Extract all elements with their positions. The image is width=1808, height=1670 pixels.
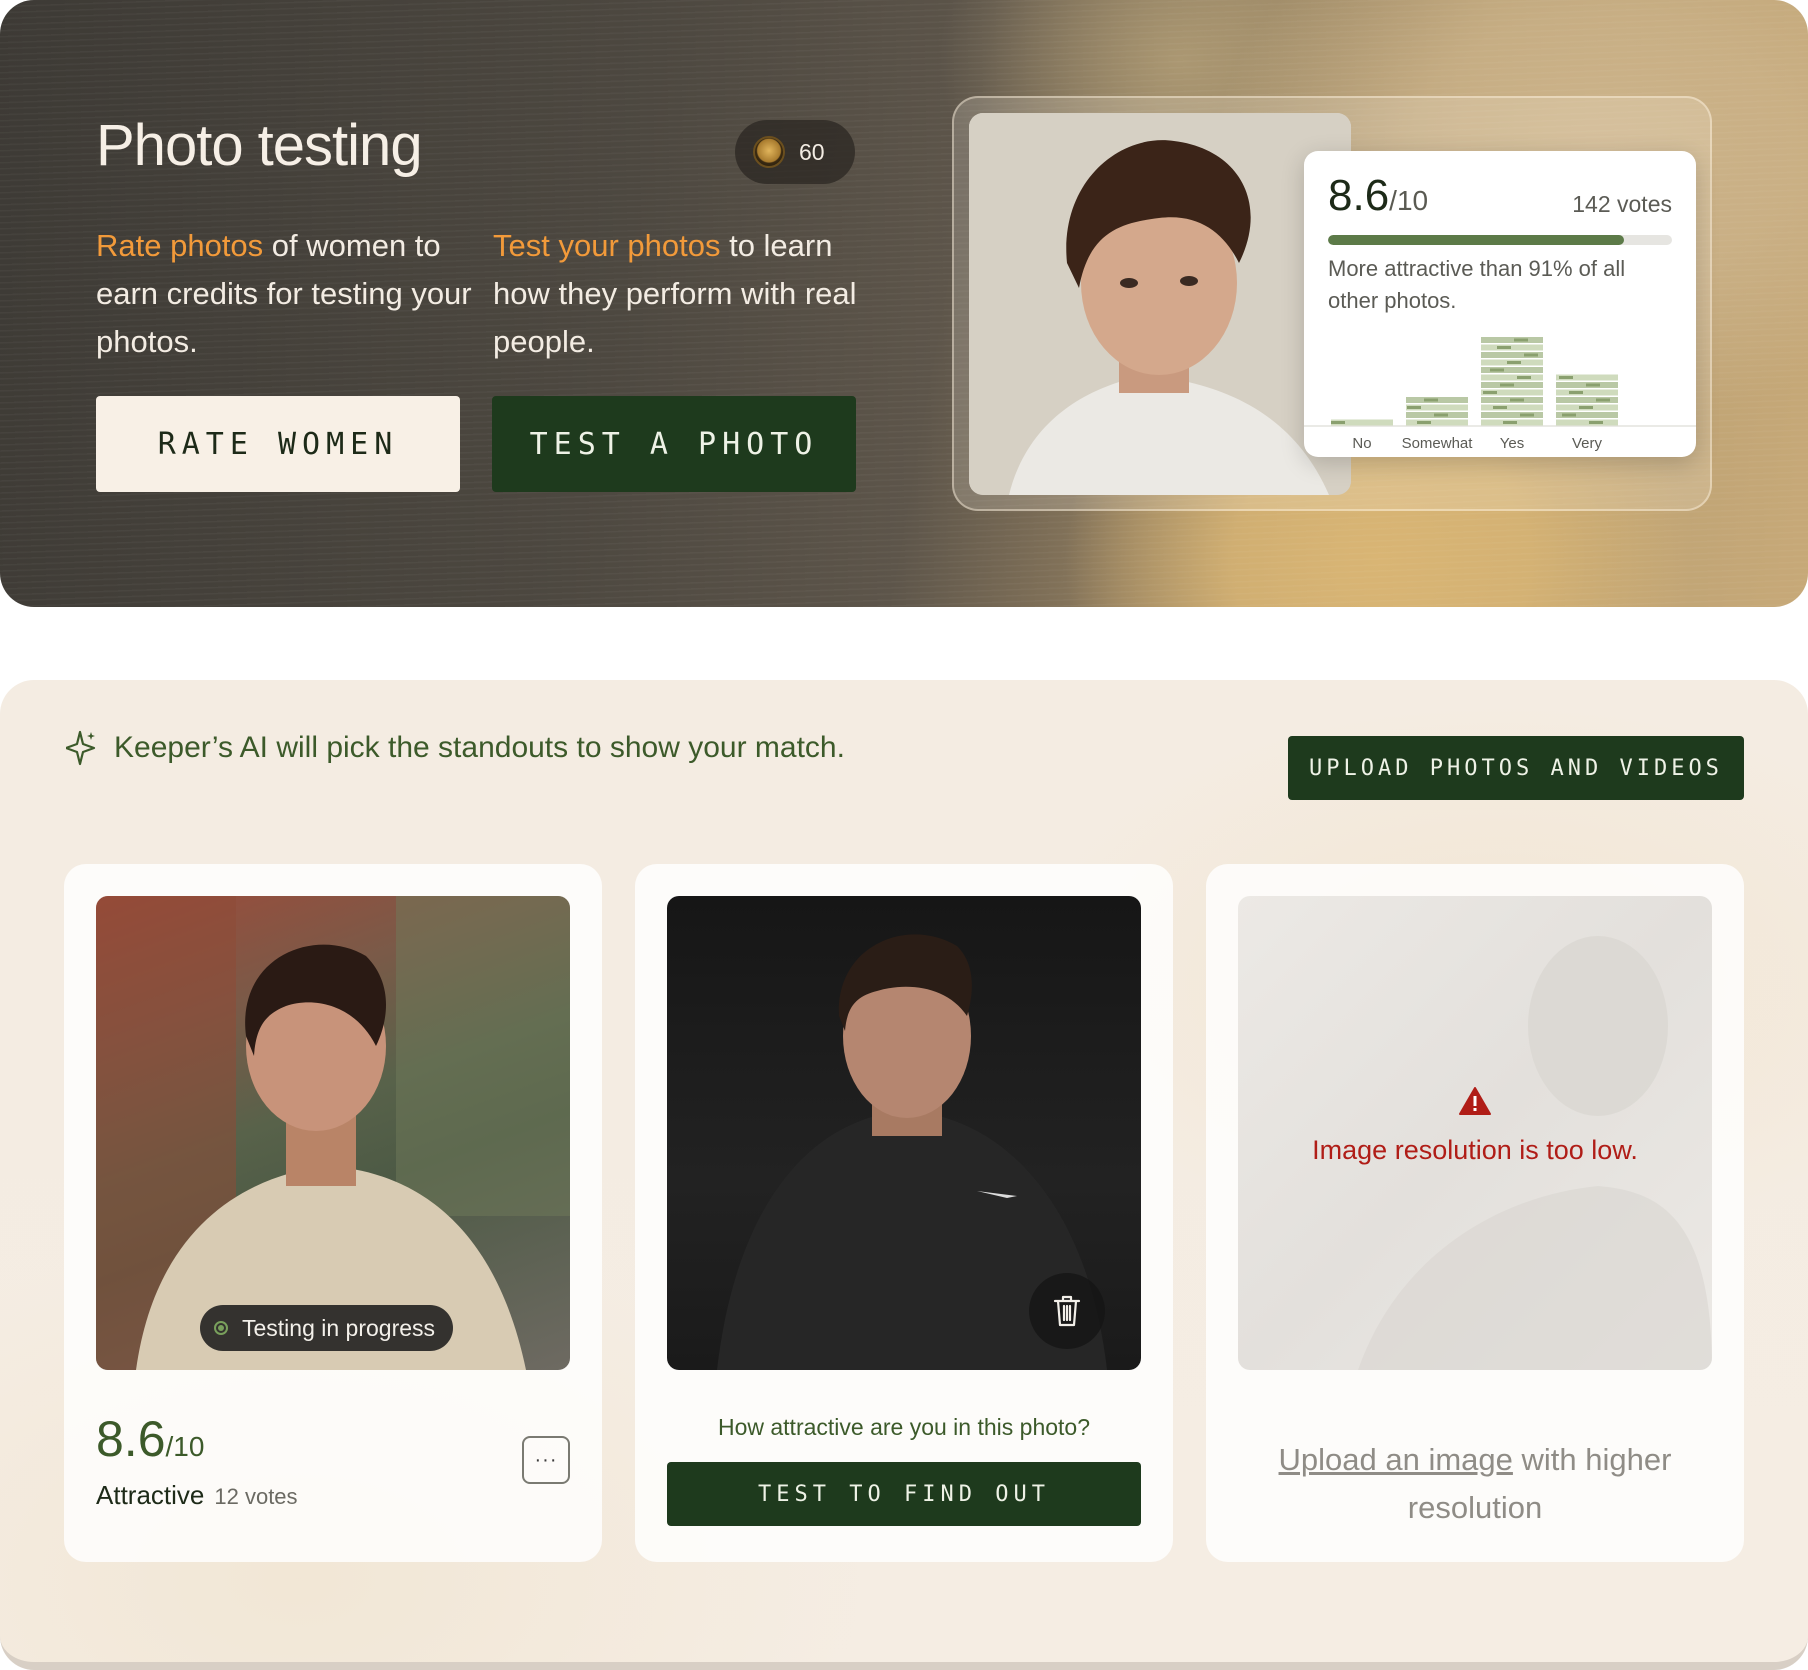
credits-badge: 60 <box>735 120 855 184</box>
sparkle-icon <box>66 730 96 766</box>
test-a-photo-button[interactable]: TEST A PHOTO <box>492 396 856 492</box>
upload-help-text: Upload an image with higher resolution <box>1254 1436 1696 1532</box>
trash-icon <box>1053 1295 1081 1327</box>
photo-gallery-section: Keeper’s AI will pick the standouts to s… <box>0 680 1808 1670</box>
ai-note: Keeper’s AI will pick the standouts to s… <box>66 730 845 766</box>
credits-count: 60 <box>799 138 825 165</box>
upload-image-link[interactable]: Upload an image <box>1279 1442 1513 1477</box>
card-rating: Attractive 12 votes <box>96 1480 298 1511</box>
photo-card-testing: Testing in progress 8.6/10 Attractive 12… <box>64 864 602 1562</box>
test-highlight: Test your photos <box>493 228 721 263</box>
photo-card-error: Image resolution is too low. Upload an i… <box>1206 864 1744 1562</box>
chart-category-label: Somewhat <box>1402 435 1474 452</box>
ai-note-text: Keeper’s AI will pick the standouts to s… <box>114 731 845 764</box>
card-score-denominator: /10 <box>165 1431 205 1462</box>
chart-bar <box>1406 397 1468 426</box>
more-options-button[interactable]: ··· <box>522 1436 570 1484</box>
chart-bar <box>1556 374 1618 426</box>
resolution-error-text: Image resolution is too low. <box>1312 1135 1638 1165</box>
test-description: Test your photos to learn how they perfo… <box>493 222 873 366</box>
chart-category-label: Very <box>1572 435 1603 452</box>
score-card: 8.6/10 142 votes More attractive than 91… <box>1304 151 1696 457</box>
chart-category-label: Yes <box>1500 435 1524 452</box>
card-score-value: 8.6 <box>96 1411 166 1467</box>
photo-card-untested: How attractive are you in this photo? TE… <box>635 864 1173 1562</box>
testing-status-badge: Testing in progress <box>200 1305 454 1351</box>
chart-bar <box>1331 419 1393 426</box>
score-progress-bar <box>1328 235 1672 245</box>
chart-bar <box>1481 337 1543 426</box>
card-score: 8.6/10 <box>96 1410 204 1468</box>
preview-portrait-photo <box>969 113 1351 495</box>
preview-score: 8.6/10 <box>1328 171 1428 221</box>
upload-photos-button[interactable]: UPLOAD PHOTOS AND VIDEOS <box>1288 736 1744 800</box>
testing-status-text: Testing in progress <box>242 1314 436 1341</box>
rating-label: Attractive <box>96 1480 205 1510</box>
hero-title: Photo testing <box>96 113 423 178</box>
photo-thumbnail[interactable]: Testing in progress <box>96 896 570 1370</box>
photo-thumbnail[interactable] <box>667 896 1141 1370</box>
test-to-find-out-button[interactable]: TEST TO FIND OUT <box>667 1462 1141 1526</box>
preview-votes: 142 votes <box>1572 191 1672 217</box>
status-dot-icon <box>214 1321 228 1335</box>
chart-category-label: No <box>1352 435 1371 452</box>
rate-description: Rate photos of women to earn credits for… <box>96 222 476 366</box>
man-in-shirt-illustration <box>96 896 570 1370</box>
score-progress-fill <box>1328 235 1624 245</box>
vote-distribution-chart: No Somewhat Yes Very <box>1304 337 1696 452</box>
warning-icon <box>1459 1087 1491 1115</box>
portrait-illustration <box>969 113 1351 495</box>
preview-score-denominator: /10 <box>1389 185 1429 216</box>
rating-votes: 12 votes <box>214 1484 298 1509</box>
rate-women-button[interactable]: RATE WOMEN <box>96 396 460 492</box>
delete-photo-button[interactable] <box>1029 1273 1105 1349</box>
coin-icon <box>753 136 785 168</box>
preview-score-value: 8.6 <box>1328 171 1390 220</box>
photo-testing-hero: Photo testing 60 Rate photos of women to… <box>0 0 1808 607</box>
attractiveness-question: How attractive are you in this photo? <box>717 1414 1091 1440</box>
resolution-error: Image resolution is too low. <box>1238 1086 1712 1166</box>
rate-highlight: Rate photos <box>96 228 264 263</box>
photo-thumbnail[interactable]: Image resolution is too low. <box>1238 896 1712 1370</box>
preview-percentile-text: More attractive than 91% of all other ph… <box>1328 256 1626 313</box>
